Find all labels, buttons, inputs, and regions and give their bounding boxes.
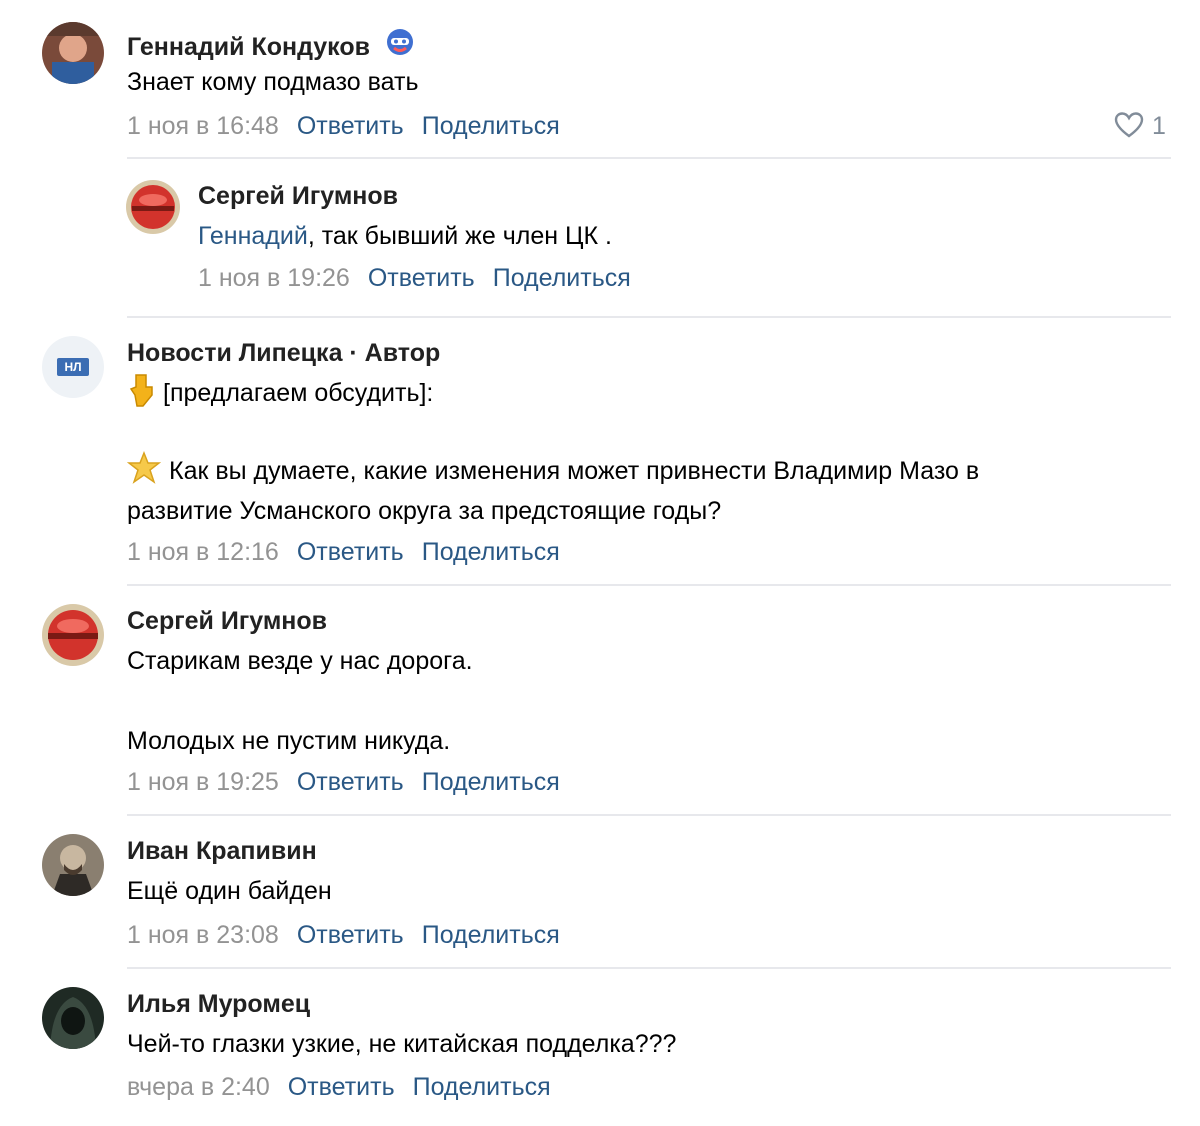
like-button[interactable]: 1 xyxy=(1114,112,1166,141)
comment-text: Геннадий, так бывший же член ЦК . xyxy=(198,222,612,250)
comment-date[interactable]: вчера в 2:40 xyxy=(127,1073,270,1101)
comment-author[interactable]: Иван Крапивин xyxy=(127,837,317,866)
comment-author[interactable]: Илья Муромец xyxy=(127,990,310,1019)
reply-button[interactable]: Ответить xyxy=(297,112,404,140)
comment-author[interactable]: Геннадий Кондуков xyxy=(127,27,415,64)
badge-icon xyxy=(385,27,415,64)
comment-date[interactable]: 1 ноя в 19:26 xyxy=(198,264,350,292)
reply-button[interactable]: Ответить xyxy=(297,921,404,949)
comment-meta: 1 ноя в 19:25 Ответить Поделиться xyxy=(127,768,578,797)
comment-text: Молодых не пустим никуда. xyxy=(127,727,451,755)
avatar[interactable] xyxy=(42,834,104,896)
comment-author[interactable]: Новости Липецка · Автор xyxy=(127,339,440,368)
reply-button[interactable]: Ответить xyxy=(368,264,475,292)
avatar[interactable] xyxy=(126,180,180,234)
divider xyxy=(127,814,1171,816)
comment-author[interactable]: Сергей Игумнов xyxy=(127,607,327,636)
share-button[interactable]: Поделиться xyxy=(422,921,560,949)
share-button[interactable]: Поделиться xyxy=(422,768,560,796)
heart-icon xyxy=(1114,112,1144,138)
share-button[interactable]: Поделиться xyxy=(422,538,560,566)
comment-text: Старикам везде у нас дорога. xyxy=(127,647,473,675)
comment-date[interactable]: 1 ноя в 16:48 xyxy=(127,112,279,140)
divider xyxy=(127,967,1171,969)
avatar[interactable] xyxy=(42,604,104,666)
comment-meta: вчера в 2:40 Ответить Поделиться xyxy=(127,1073,569,1102)
divider xyxy=(127,316,1171,318)
comment-text: Знает кому подмазо вать xyxy=(127,68,419,96)
reply-button[interactable]: Ответить xyxy=(297,538,404,566)
mention-link[interactable]: Геннадий xyxy=(198,222,308,250)
pointing-down-emoji xyxy=(127,373,155,419)
divider xyxy=(127,157,1171,159)
avatar[interactable] xyxy=(42,22,104,84)
divider xyxy=(127,584,1171,586)
comment-date[interactable]: 1 ноя в 19:25 xyxy=(127,768,279,796)
comment-author[interactable]: Сергей Игумнов xyxy=(198,182,398,211)
comment-meta: 1 ноя в 12:16 Ответить Поделиться xyxy=(127,538,578,567)
avatar[interactable]: НЛ xyxy=(42,336,104,398)
reply-button[interactable]: Ответить xyxy=(288,1073,395,1101)
comment-text: Ещё один байден xyxy=(127,877,332,905)
share-button[interactable]: Поделиться xyxy=(413,1073,551,1101)
comment-meta: 1 ноя в 19:26 Ответить Поделиться xyxy=(198,264,649,293)
avatar[interactable] xyxy=(42,987,104,1049)
comment-text: Чей-то глазки узкие, не китайская поддел… xyxy=(127,1030,677,1058)
comment-date[interactable]: 1 ноя в 23:08 xyxy=(127,921,279,949)
comment-text: [предлагаем обсудить]: xyxy=(127,373,433,419)
comment-date[interactable]: 1 ноя в 12:16 xyxy=(127,538,279,566)
share-button[interactable]: Поделиться xyxy=(493,264,631,292)
like-count: 1 xyxy=(1152,112,1166,140)
comment-meta: 1 ноя в 23:08 Ответить Поделиться xyxy=(127,921,578,950)
comment-meta: 1 ноя в 16:48 Ответить Поделиться xyxy=(127,112,578,141)
comment-text: развитие Усманского округа за предстоящи… xyxy=(127,497,722,525)
reply-button[interactable]: Ответить xyxy=(297,768,404,796)
avatar-label: НЛ xyxy=(57,358,89,376)
share-button[interactable]: Поделиться xyxy=(422,112,560,140)
